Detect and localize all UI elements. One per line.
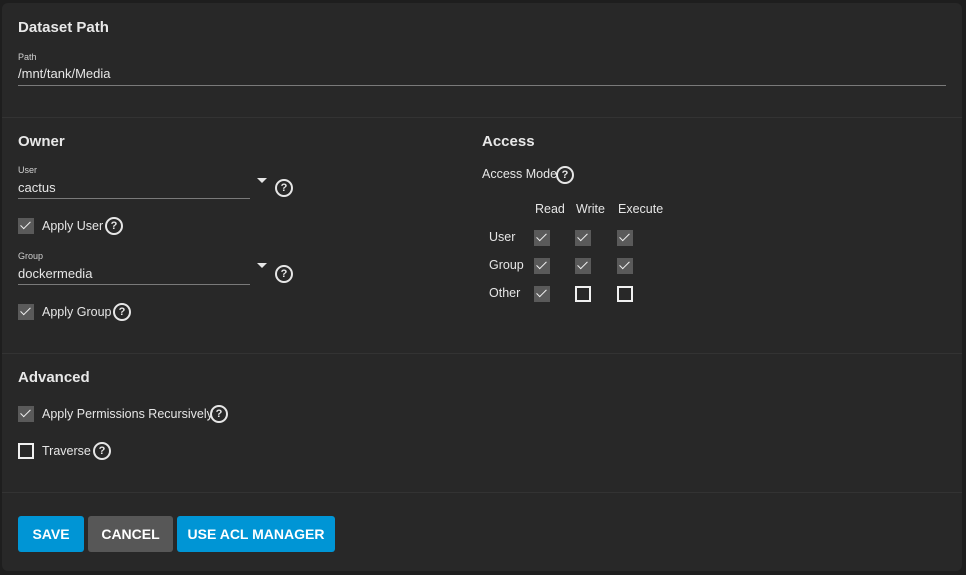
- group-execute-checkbox[interactable]: [617, 258, 633, 274]
- dataset-path-title: Dataset Path: [18, 19, 109, 36]
- divider: [2, 117, 962, 118]
- row-label-other: Other: [489, 286, 521, 300]
- user-value[interactable]: cactus: [18, 180, 56, 195]
- user-label: User: [18, 165, 38, 175]
- user-read-checkbox[interactable]: [534, 230, 550, 246]
- help-icon[interactable]: ?: [556, 166, 574, 184]
- column-header-write: Write: [576, 202, 605, 216]
- permissions-card: Dataset Path Path /mnt/tank/Media Owner …: [2, 3, 962, 571]
- help-icon[interactable]: ?: [275, 265, 293, 283]
- use-acl-manager-button[interactable]: USE ACL MANAGER: [177, 516, 335, 552]
- apply-user-label[interactable]: Apply User: [42, 219, 103, 233]
- apply-user-checkbox[interactable]: [18, 218, 34, 234]
- help-icon[interactable]: ?: [275, 179, 293, 197]
- help-icon[interactable]: ?: [105, 217, 123, 235]
- row-label-user: User: [489, 230, 516, 244]
- chevron-down-icon[interactable]: [257, 178, 267, 183]
- apply-group-label[interactable]: Apply Group: [42, 305, 111, 319]
- owner-title: Owner: [18, 133, 65, 150]
- apply-recursively-label[interactable]: Apply Permissions Recursively: [42, 407, 213, 421]
- path-value[interactable]: /mnt/tank/Media: [18, 66, 111, 81]
- group-label: Group: [18, 251, 44, 261]
- save-button[interactable]: SAVE: [18, 516, 84, 552]
- help-icon[interactable]: ?: [210, 405, 228, 423]
- help-icon[interactable]: ?: [93, 442, 111, 460]
- divider: [2, 353, 962, 354]
- group-read-checkbox[interactable]: [534, 258, 550, 274]
- divider: [2, 492, 962, 493]
- other-write-checkbox[interactable]: [575, 286, 591, 302]
- advanced-title: Advanced: [18, 369, 90, 386]
- apply-recursively-checkbox[interactable]: [18, 406, 34, 422]
- traverse-label[interactable]: Traverse: [42, 444, 91, 458]
- path-underline: [18, 85, 946, 86]
- traverse-checkbox[interactable]: [18, 443, 34, 459]
- user-underline: [18, 198, 250, 199]
- help-icon[interactable]: ?: [113, 303, 131, 321]
- path-label: Path: [18, 52, 37, 62]
- group-value[interactable]: dockermedia: [18, 266, 92, 281]
- group-underline: [18, 284, 250, 285]
- user-write-checkbox[interactable]: [575, 230, 591, 246]
- access-mode-label: Access Mode: [482, 167, 558, 181]
- access-title: Access: [482, 133, 535, 150]
- other-read-checkbox[interactable]: [534, 286, 550, 302]
- other-execute-checkbox[interactable]: [617, 286, 633, 302]
- chevron-down-icon[interactable]: [257, 263, 267, 268]
- apply-group-checkbox[interactable]: [18, 304, 34, 320]
- column-header-read: Read: [535, 202, 565, 216]
- user-execute-checkbox[interactable]: [617, 230, 633, 246]
- column-header-execute: Execute: [618, 202, 664, 216]
- row-label-group: Group: [489, 258, 524, 272]
- cancel-button[interactable]: CANCEL: [88, 516, 173, 552]
- group-write-checkbox[interactable]: [575, 258, 591, 274]
